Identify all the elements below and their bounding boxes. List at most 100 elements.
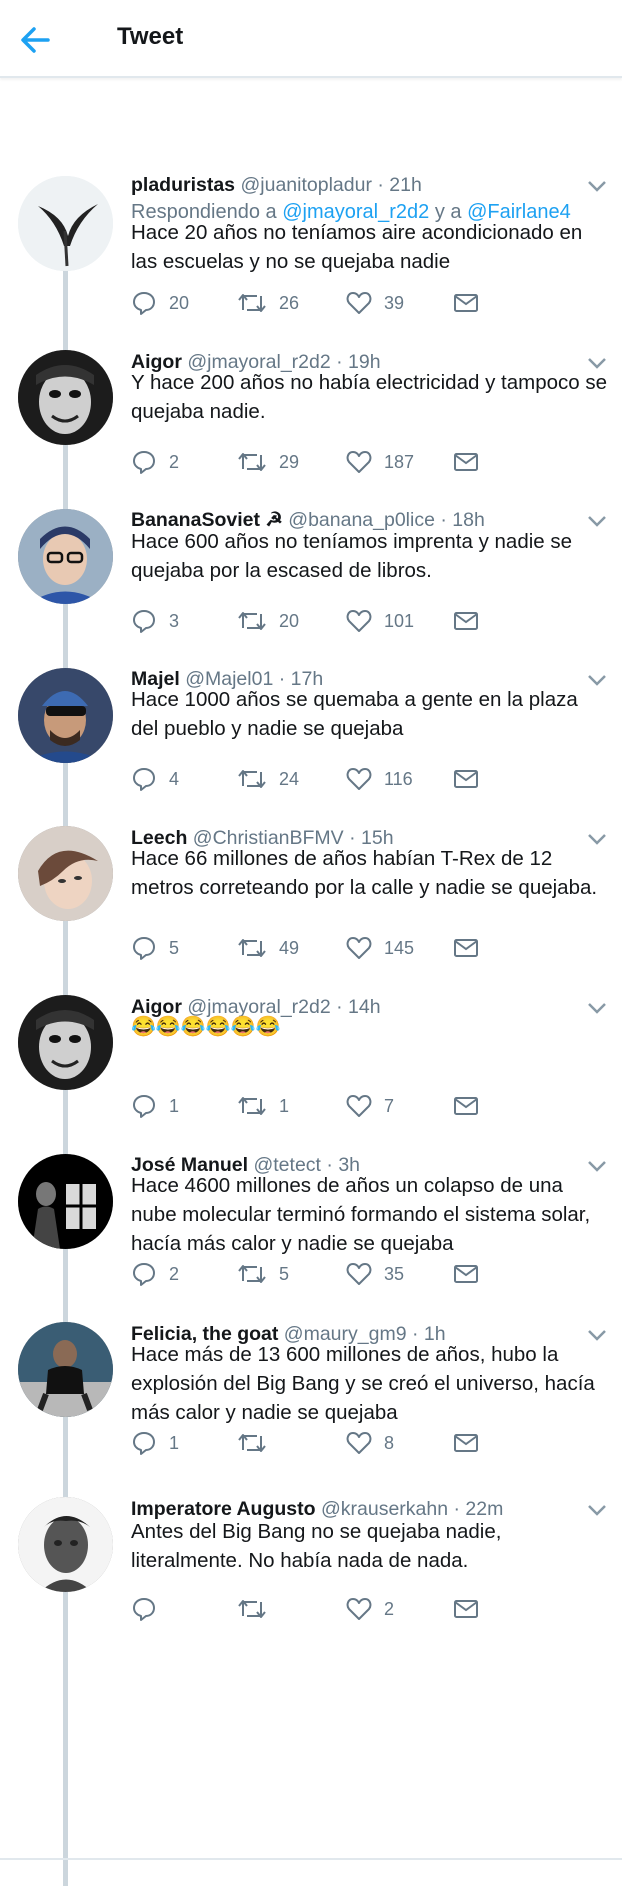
retweet-count: 1 bbox=[279, 1095, 290, 1116]
chevron-down-icon[interactable] bbox=[584, 176, 610, 196]
retweet-button[interactable]: 20 bbox=[237, 605, 299, 637]
retweet-button[interactable]: 49 bbox=[237, 932, 299, 964]
direct-message-button[interactable] bbox=[453, 287, 479, 319]
user-handle[interactable]: @juanitopladur bbox=[240, 174, 371, 196]
dm-icon bbox=[454, 1265, 478, 1283]
like-button[interactable]: 187 bbox=[346, 446, 414, 478]
like-button[interactable]: 35 bbox=[346, 1258, 404, 1290]
retweet-button[interactable] bbox=[237, 1427, 279, 1459]
reply-button[interactable]: 1 bbox=[131, 1090, 179, 1122]
retweet-button[interactable]: 26 bbox=[237, 287, 299, 319]
retweet-icon bbox=[238, 939, 266, 957]
direct-message-button[interactable] bbox=[453, 932, 479, 964]
like-button[interactable]: 39 bbox=[346, 287, 404, 319]
reply-button[interactable]: 20 bbox=[131, 287, 189, 319]
reply-count: 2 bbox=[169, 1263, 180, 1284]
like-count: 145 bbox=[384, 937, 415, 958]
dm-icon bbox=[454, 612, 478, 630]
reply-icon bbox=[133, 1095, 155, 1118]
tweet-text: Hace 600 años no teníamos imprenta y nad… bbox=[131, 527, 608, 585]
reply-icon bbox=[133, 1263, 155, 1286]
direct-message-button[interactable] bbox=[453, 605, 479, 637]
tweet-actions: 20 26 39 bbox=[131, 287, 608, 319]
retweet-button[interactable]: 29 bbox=[237, 446, 299, 478]
dm-icon bbox=[454, 1434, 478, 1452]
like-icon bbox=[346, 451, 372, 473]
retweet-icon bbox=[238, 1097, 266, 1115]
tweet-actions: 18 bbox=[131, 1427, 608, 1459]
reply-button[interactable]: 4 bbox=[131, 763, 179, 795]
reply-button[interactable]: 2 bbox=[131, 446, 179, 478]
reply-button[interactable]: 1 bbox=[131, 1427, 179, 1459]
reply-icon bbox=[133, 610, 155, 633]
reply-count: 20 bbox=[169, 292, 190, 313]
like-button[interactable]: 7 bbox=[346, 1090, 394, 1122]
tweet-text-content: Hace 1000 años se quemaba a gente en la … bbox=[131, 688, 578, 740]
reply-button[interactable]: 3 bbox=[131, 605, 179, 637]
tweet-actions: 2 5 35 bbox=[131, 1258, 608, 1290]
like-icon bbox=[346, 610, 372, 632]
avatar[interactable] bbox=[18, 350, 113, 445]
like-button[interactable]: 8 bbox=[346, 1427, 394, 1459]
retweet-count: 49 bbox=[279, 937, 300, 958]
retweet-button[interactable]: 1 bbox=[237, 1090, 289, 1122]
tweet-actions: 3 20 101 bbox=[131, 605, 608, 637]
avatar[interactable] bbox=[18, 1322, 113, 1417]
direct-message-button[interactable] bbox=[453, 446, 479, 478]
reply-count: 1 bbox=[169, 1432, 180, 1453]
retweet-icon bbox=[238, 770, 266, 788]
reply-icon bbox=[133, 292, 155, 315]
like-icon bbox=[346, 1263, 372, 1285]
direct-message-button[interactable] bbox=[453, 1258, 479, 1290]
reply-icon bbox=[133, 768, 155, 791]
retweet-button[interactable]: 5 bbox=[237, 1258, 289, 1290]
tweet-text: Hace más de 13 600 millones de años, hub… bbox=[131, 1340, 608, 1427]
retweet-button[interactable]: 24 bbox=[237, 763, 299, 795]
tweet-text: Hace 20 años no teníamos aire acondicion… bbox=[131, 221, 583, 273]
direct-message-button[interactable] bbox=[453, 1090, 479, 1122]
retweet-button[interactable] bbox=[237, 1593, 279, 1625]
retweet-icon bbox=[238, 453, 266, 471]
like-button[interactable]: 145 bbox=[346, 932, 414, 964]
tweet-header: pladuristas @juanitopladur · 21h bbox=[131, 172, 582, 198]
reply-button[interactable] bbox=[131, 1593, 169, 1625]
retweet-icon bbox=[238, 612, 266, 630]
tweet-text: Hace 4600 millones de años un colapso de… bbox=[131, 1171, 608, 1258]
like-icon bbox=[346, 768, 372, 790]
tweet-text: Y hace 200 años no había electricidad y … bbox=[131, 368, 608, 426]
tweet-text-content: Hace 66 millones de años habían T-Rex de… bbox=[131, 847, 598, 899]
display-name[interactable]: pladuristas bbox=[131, 174, 235, 196]
reply-count: 4 bbox=[169, 768, 180, 789]
reply-icon bbox=[133, 937, 155, 960]
like-icon bbox=[346, 1095, 372, 1117]
like-button[interactable]: 101 bbox=[346, 605, 414, 637]
like-icon bbox=[346, 292, 372, 314]
retweet-count: 26 bbox=[279, 292, 300, 313]
avatar[interactable] bbox=[18, 1154, 113, 1249]
like-count: 101 bbox=[384, 610, 415, 631]
reply-button[interactable]: 5 bbox=[131, 932, 179, 964]
avatar[interactable] bbox=[18, 995, 113, 1090]
avatar[interactable] bbox=[18, 668, 113, 763]
direct-message-button[interactable] bbox=[453, 763, 479, 795]
like-icon bbox=[346, 1432, 372, 1454]
like-icon bbox=[346, 1598, 372, 1620]
page-title: Tweet bbox=[117, 23, 184, 50]
dm-icon bbox=[454, 770, 478, 788]
avatar[interactable] bbox=[18, 176, 113, 271]
tweet[interactable]: pladuristas @juanitopladur · 21h Respond… bbox=[0, 78, 622, 315]
direct-message-button[interactable] bbox=[453, 1427, 479, 1459]
tweet-actions: 4 24 116 bbox=[131, 763, 608, 795]
like-count: 7 bbox=[384, 1095, 395, 1116]
back-button[interactable] bbox=[14, 18, 58, 62]
reply-button[interactable]: 2 bbox=[131, 1258, 179, 1290]
like-button[interactable]: 116 bbox=[346, 763, 413, 795]
like-count: 187 bbox=[384, 451, 415, 472]
avatar[interactable] bbox=[18, 509, 113, 604]
reply-count: 2 bbox=[169, 451, 180, 472]
direct-message-button[interactable] bbox=[453, 1593, 479, 1625]
avatar[interactable] bbox=[18, 826, 113, 921]
avatar[interactable] bbox=[18, 1497, 113, 1592]
reply-count: 1 bbox=[169, 1095, 180, 1116]
like-button[interactable]: 2 bbox=[346, 1593, 394, 1625]
